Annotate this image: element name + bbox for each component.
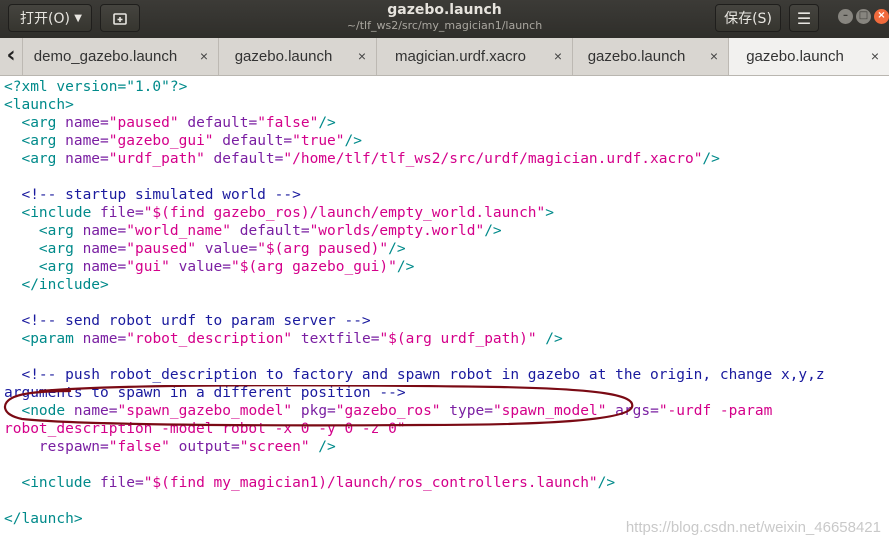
tab-magician-urdf-xacro[interactable]: magician.urdf.xacro × <box>376 38 572 75</box>
tab-gazebo-launch-active[interactable]: gazebo.launch × <box>728 38 889 75</box>
tab-strip: ‹ demo_gazebo.launch × gazebo.launch × m… <box>0 38 889 76</box>
tab-label: magician.urdf.xacro <box>395 48 526 65</box>
watermark-url: https://blog.csdn.net/weixin_46658421 <box>625 519 881 536</box>
close-tab-icon[interactable]: × <box>200 38 208 75</box>
maximize-icon[interactable]: □ <box>856 9 871 24</box>
close-window-icon[interactable]: × <box>874 9 889 24</box>
code-line-5: <arg name="urdf_path" default="/home/tlf… <box>21 151 720 167</box>
tab-label: gazebo.launch <box>746 48 844 65</box>
code-line-8: <include file="$(find gazebo_ros)/launch… <box>21 205 555 221</box>
code-line-17: <!-- push robot_description to factory a… <box>21 367 825 383</box>
code-line-21: respawn="false" output="screen" /> <box>38 439 336 455</box>
close-tab-icon[interactable]: × <box>871 38 879 75</box>
save-button[interactable]: 保存(S) <box>715 4 781 32</box>
code-line-9: <arg name="world_name" default="worlds/e… <box>38 223 502 239</box>
tab-gazebo-launch-2[interactable]: gazebo.launch × <box>572 38 728 75</box>
code-line-23: <include file="$(find my_magician1)/laun… <box>21 475 616 491</box>
code-line-15: <param name="robot_description" textfile… <box>21 331 563 347</box>
code-line-1: <?xml version="1.0"?> <box>4 79 188 95</box>
minimize-icon[interactable]: – <box>838 9 853 24</box>
close-tab-icon[interactable]: × <box>710 38 718 75</box>
text-editor[interactable]: <?xml version="1.0"?> <launch> <arg name=… <box>0 77 889 544</box>
tab-demo-gazebo-launch[interactable]: demo_gazebo.launch × <box>22 38 218 75</box>
tab-gazebo-launch-1[interactable]: gazebo.launch × <box>218 38 376 75</box>
hand-drawn-highlight-ellipse <box>4 385 634 427</box>
code-line-7: <!-- startup simulated world --> <box>21 187 301 203</box>
code-line-3: <arg name="paused" default="false"/> <box>21 115 336 131</box>
tab-label: demo_gazebo.launch <box>33 48 178 65</box>
header-bar: 打开(O) ▼ gazebo.launch ~/tlf_ws2/src/my_m… <box>0 0 889 38</box>
scroll-tabs-left-icon[interactable]: ‹ <box>0 38 22 75</box>
code-line-11: <arg name="gui" value="$(arg gazebo_gui)… <box>38 259 415 275</box>
code-line-10: <arg name="paused" value="$(arg paused)"… <box>38 241 406 257</box>
code-line-12: </include> <box>21 277 109 293</box>
code-line-14: <!-- send robot urdf to param server --> <box>21 313 371 329</box>
tab-label: gazebo.launch <box>587 48 686 65</box>
tab-label: gazebo.launch <box>234 48 333 65</box>
code-content: <?xml version="1.0"?> <launch> <arg name=… <box>4 78 825 528</box>
code-line-2: <launch> <box>4 97 74 113</box>
hamburger-menu-icon[interactable]: ☰ <box>789 4 819 32</box>
code-line-4: <arg name="gazebo_gui" default="true"/> <box>21 133 362 149</box>
close-tab-icon[interactable]: × <box>554 38 562 75</box>
close-tab-icon[interactable]: × <box>358 38 366 75</box>
